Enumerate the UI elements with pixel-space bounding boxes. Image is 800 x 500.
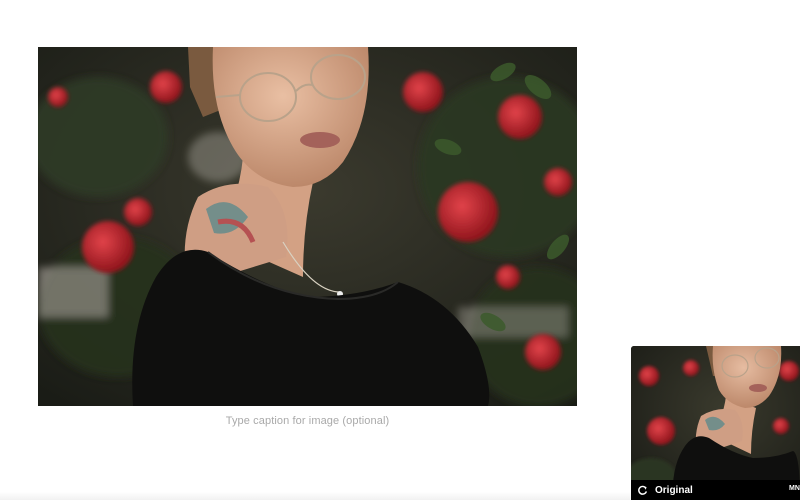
filter-preview-card[interactable]: Original MN bbox=[631, 346, 800, 500]
filter-thumbnail bbox=[631, 346, 800, 500]
filter-name-label: Original bbox=[655, 484, 693, 496]
portrait-photo bbox=[38, 47, 577, 406]
next-filter-chip[interactable]: MN bbox=[789, 485, 800, 495]
filter-toolbar: Original bbox=[631, 480, 800, 500]
editor-image[interactable] bbox=[38, 47, 577, 406]
rotate-icon[interactable] bbox=[631, 480, 653, 500]
image-caption-input[interactable]: Type caption for image (optional) bbox=[38, 415, 577, 427]
page-bottom-shadow bbox=[0, 492, 631, 500]
